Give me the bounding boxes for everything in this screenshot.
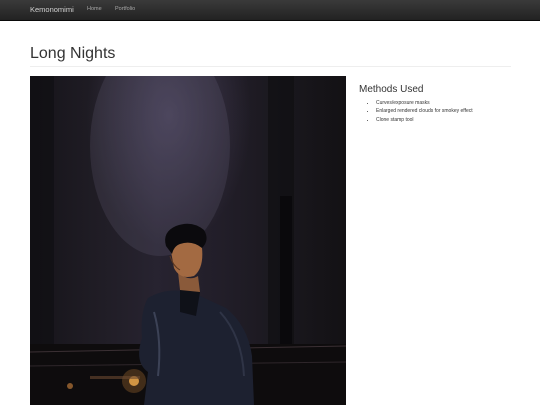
title-divider [30, 66, 511, 67]
portfolio-photo [30, 76, 346, 405]
photo-artwork [30, 76, 346, 405]
list-item: Clone stamp tool [376, 116, 473, 124]
page-title: Long Nights [30, 45, 116, 62]
top-navbar: Kemonomimi Home Portfolio [0, 0, 540, 21]
nav-home-link[interactable]: Home [87, 6, 102, 12]
list-item: Enlarged rendered clouds for smokey effe… [376, 107, 473, 115]
brand-link[interactable]: Kemonomimi [30, 5, 74, 14]
methods-list: Curves/exposure masks Enlarged rendered … [376, 99, 473, 124]
methods-heading: Methods Used [359, 84, 424, 95]
list-item: Curves/exposure masks [376, 99, 473, 107]
nav-portfolio-link[interactable]: Portfolio [115, 6, 135, 12]
